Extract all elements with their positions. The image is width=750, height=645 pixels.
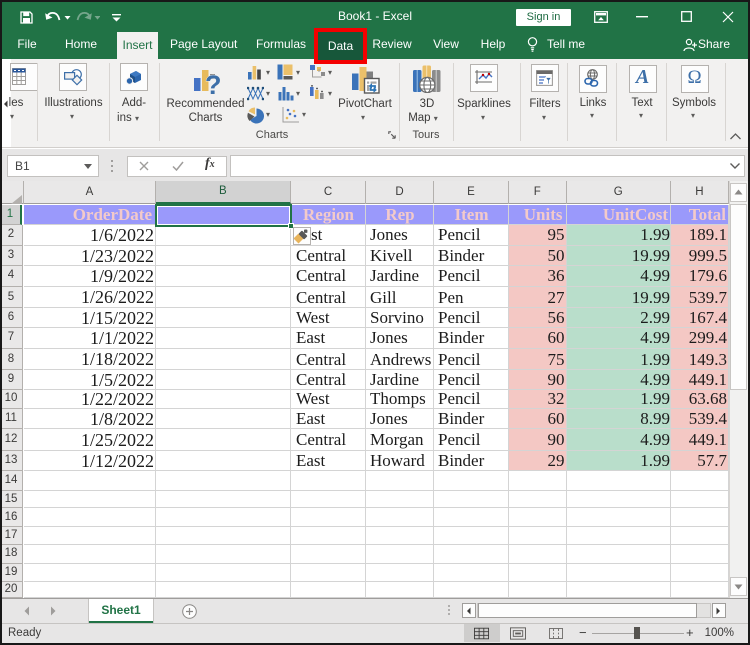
svg-text:?: ?: [205, 70, 222, 96]
